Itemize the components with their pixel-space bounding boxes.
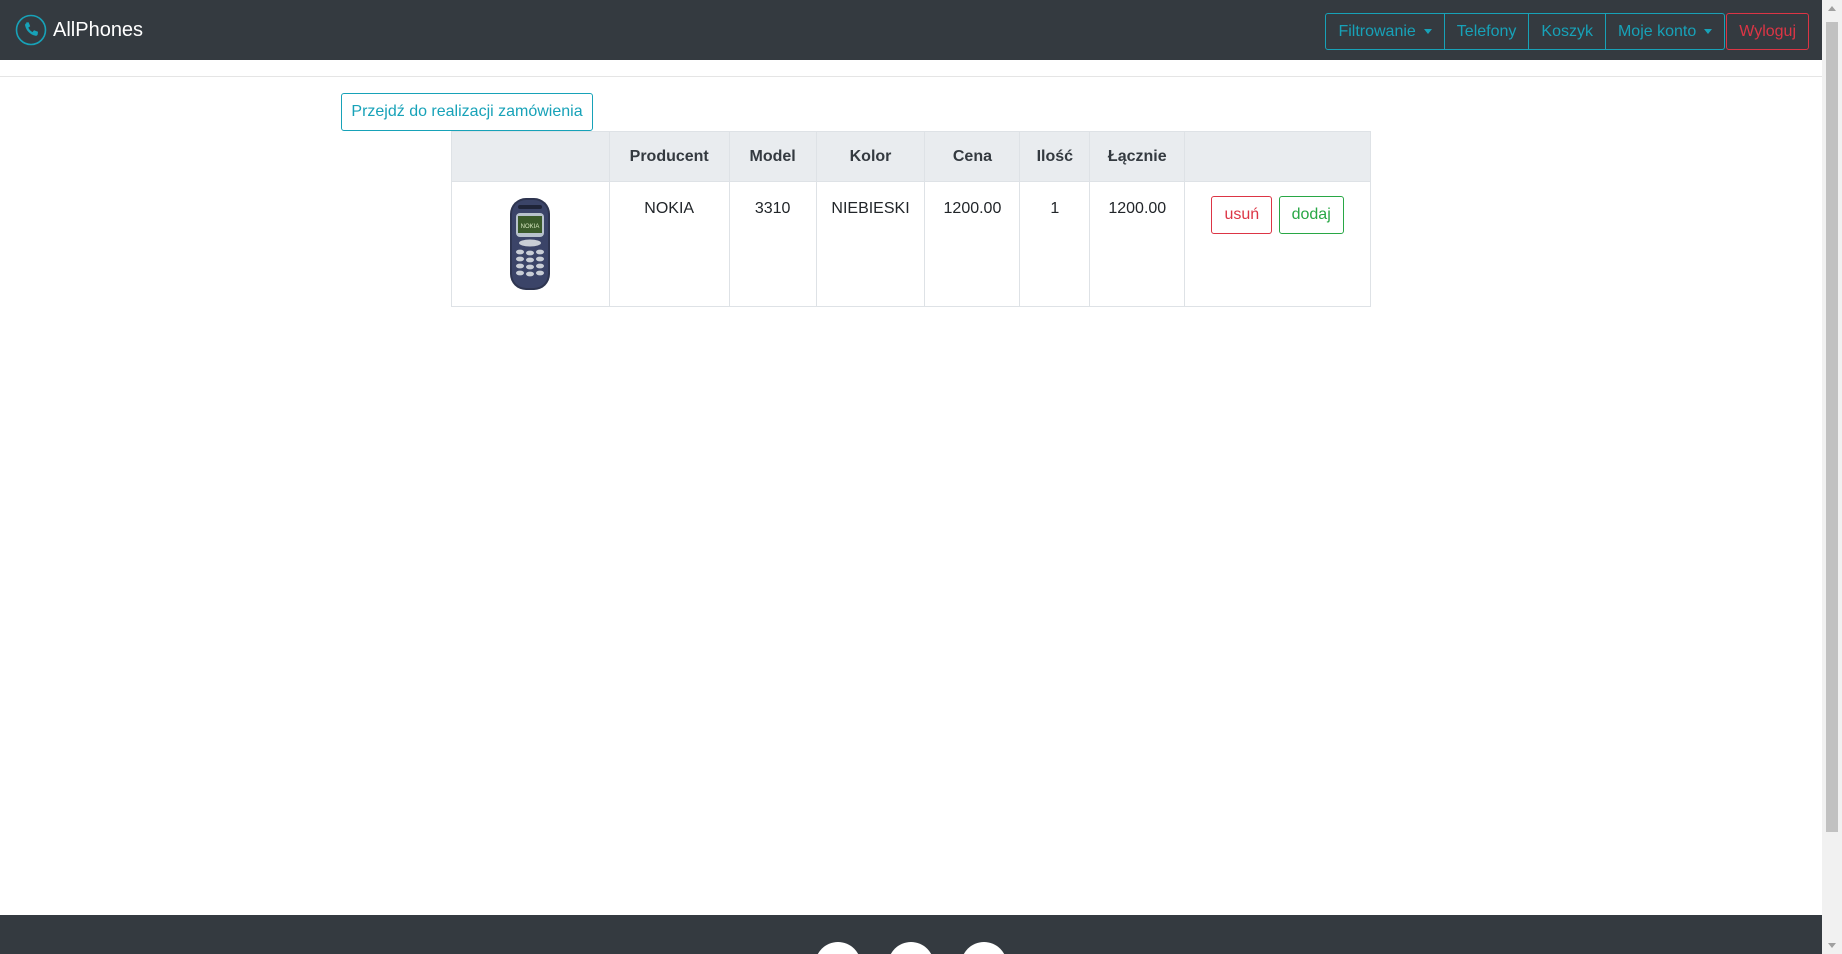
filter-label: Filtrowanie [1338,22,1416,40]
scroll-up-icon[interactable] [1828,6,1836,11]
cart-table: Producent Model Kolor Cena Ilość Łącznie [451,131,1371,307]
footer [0,915,1822,954]
add-item-button[interactable]: dodaj [1278,196,1344,234]
header-image [451,131,610,182]
page: AllPhones Filtrowanie Telefony Koszyk Mo… [0,0,1842,954]
logout-label: Wyloguj [1739,22,1796,40]
phones-button[interactable]: Telefony [1443,13,1530,50]
brand-link[interactable]: AllPhones [15,14,143,46]
navbar: AllPhones Filtrowanie Telefony Koszyk Mo… [0,0,1822,60]
divider [0,76,1822,77]
cart-label: Koszyk [1541,22,1593,40]
header-actions [1184,131,1371,182]
logout-button[interactable]: Wyloguj [1726,13,1809,50]
phones-label: Telefony [1456,22,1517,40]
scroll-thumb[interactable] [1826,22,1838,832]
phone-icon [15,14,47,46]
social-icon[interactable] [815,942,861,954]
social-icon[interactable] [888,942,934,954]
cell-producer: NOKIA [608,181,730,307]
header-price: Cena [924,131,1021,182]
remove-item-button[interactable]: usuń [1211,196,1273,234]
cell-quantity: 1 [1019,181,1091,307]
cell-model: 3310 [728,181,817,307]
svg-text:NOKIA: NOKIA [521,224,540,230]
cell-color: NIEBIESKI [815,181,926,307]
header-model: Model [728,131,817,182]
header-producer: Producent [608,131,730,182]
scroll-down-icon[interactable] [1828,943,1836,948]
account-dropdown-button[interactable]: Moje konto [1604,13,1726,50]
checkout-button[interactable]: Przejdź do realizacji zamówienia [341,93,593,131]
table-row: NOKIA NOKIA 3310 NIEBIESKI 1200.00 1 120… [451,181,1371,307]
header-quantity: Ilość [1019,131,1091,182]
cell-actions: usuń dodaj [1184,181,1371,307]
chevron-down-icon [1423,29,1432,34]
header-total: Łącznie [1089,131,1186,182]
table-header-row: Producent Model Kolor Cena Ilość Łącznie [451,131,1371,182]
product-image-cell: NOKIA [451,181,610,307]
cell-price: 1200.00 [924,181,1021,307]
cell-total: 1200.00 [1089,181,1186,307]
chevron-down-icon [1704,29,1713,34]
header-color: Kolor [815,131,926,182]
brand-name: AllPhones [53,18,144,41]
cart-button[interactable]: Koszyk [1528,13,1606,50]
account-label: Moje konto [1617,22,1697,40]
nokia-3310-phone-image: NOKIA [510,198,551,290]
vertical-scrollbar[interactable] [1822,0,1842,954]
social-icon[interactable] [961,942,1007,954]
nav-button-group: Filtrowanie Telefony Koszyk Moje konto W… [1325,13,1809,50]
filter-dropdown-button[interactable]: Filtrowanie [1325,13,1445,50]
